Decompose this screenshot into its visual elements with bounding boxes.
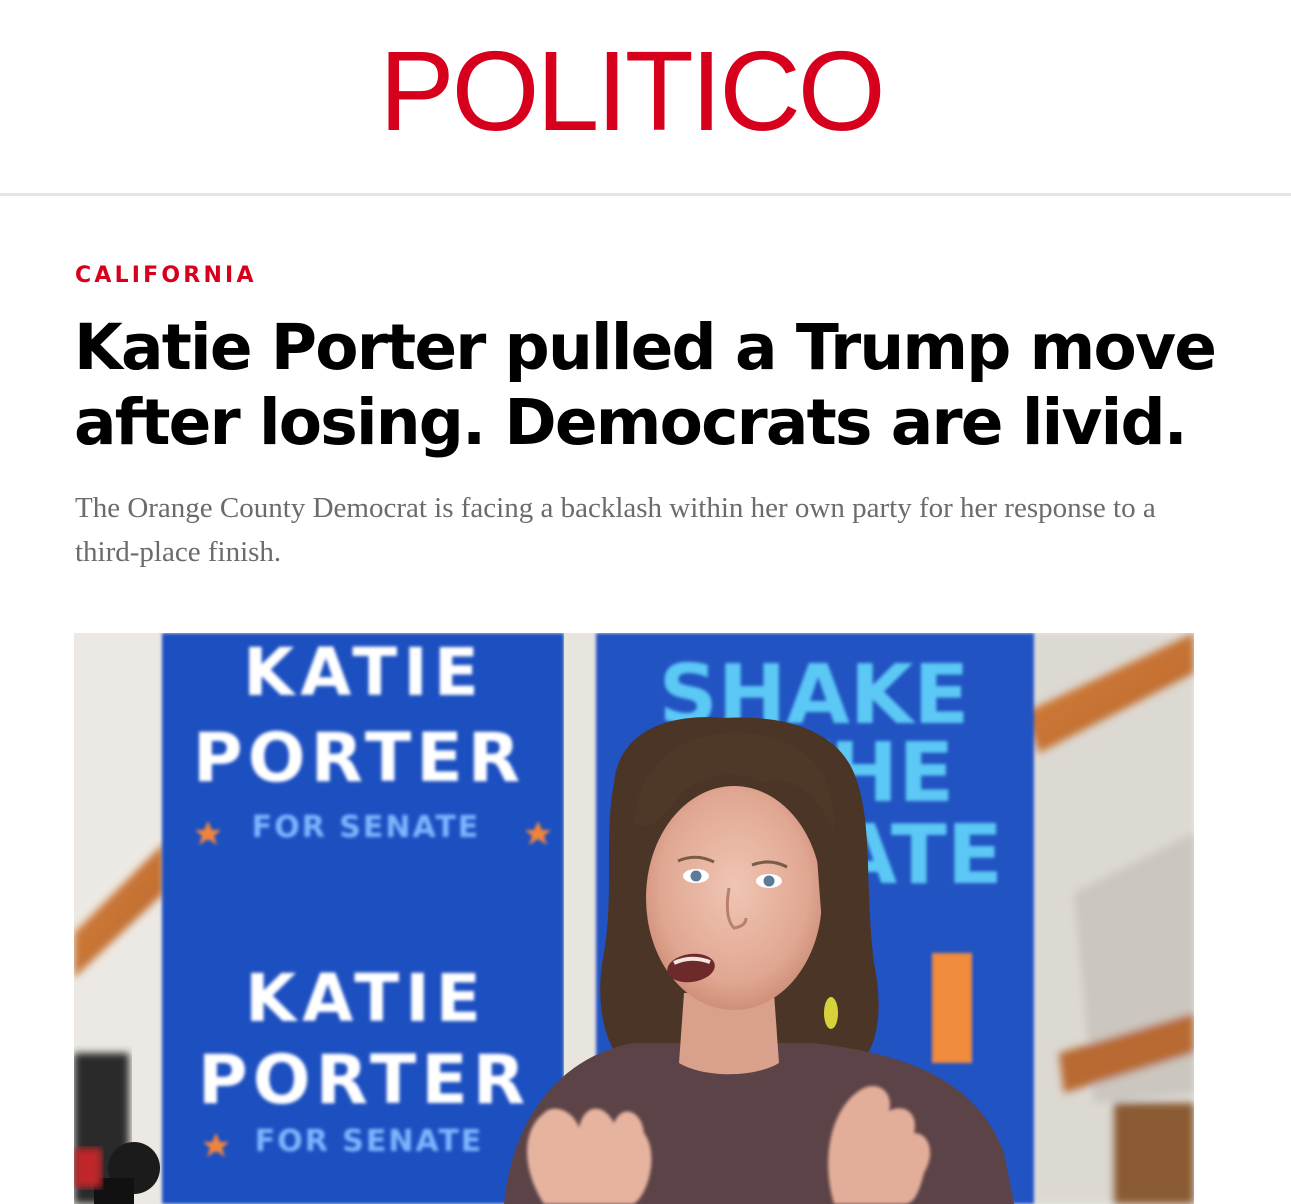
politico-logo[interactable]: POLITICO: [0, 35, 1262, 148]
section-label[interactable]: CALIFORNIA: [75, 263, 257, 289]
article-headline: Katie Porter pulled a Trump move after l…: [74, 311, 1217, 459]
sign-left-line3: FOR SENATE: [252, 810, 481, 845]
sign-left-line2: PORTER: [193, 719, 525, 798]
article-dek: The Orange County Democrat is facing a b…: [75, 492, 1156, 568]
lead-photo-image: KATIE PORTER FOR SENATE KATIE PORTER FOR…: [74, 633, 1194, 1204]
sign-left-line1: KATIE: [243, 634, 485, 711]
sign-left-lower-line3: FOR SENATE: [255, 1124, 484, 1159]
masthead: POLITICO: [0, 0, 1291, 196]
sign-left-lower-line1: KATIE: [245, 960, 487, 1037]
lead-photo[interactable]: KATIE PORTER FOR SENATE KATIE PORTER FOR…: [74, 633, 1194, 1204]
sign-left-lower-line2: PORTER: [198, 1041, 530, 1120]
